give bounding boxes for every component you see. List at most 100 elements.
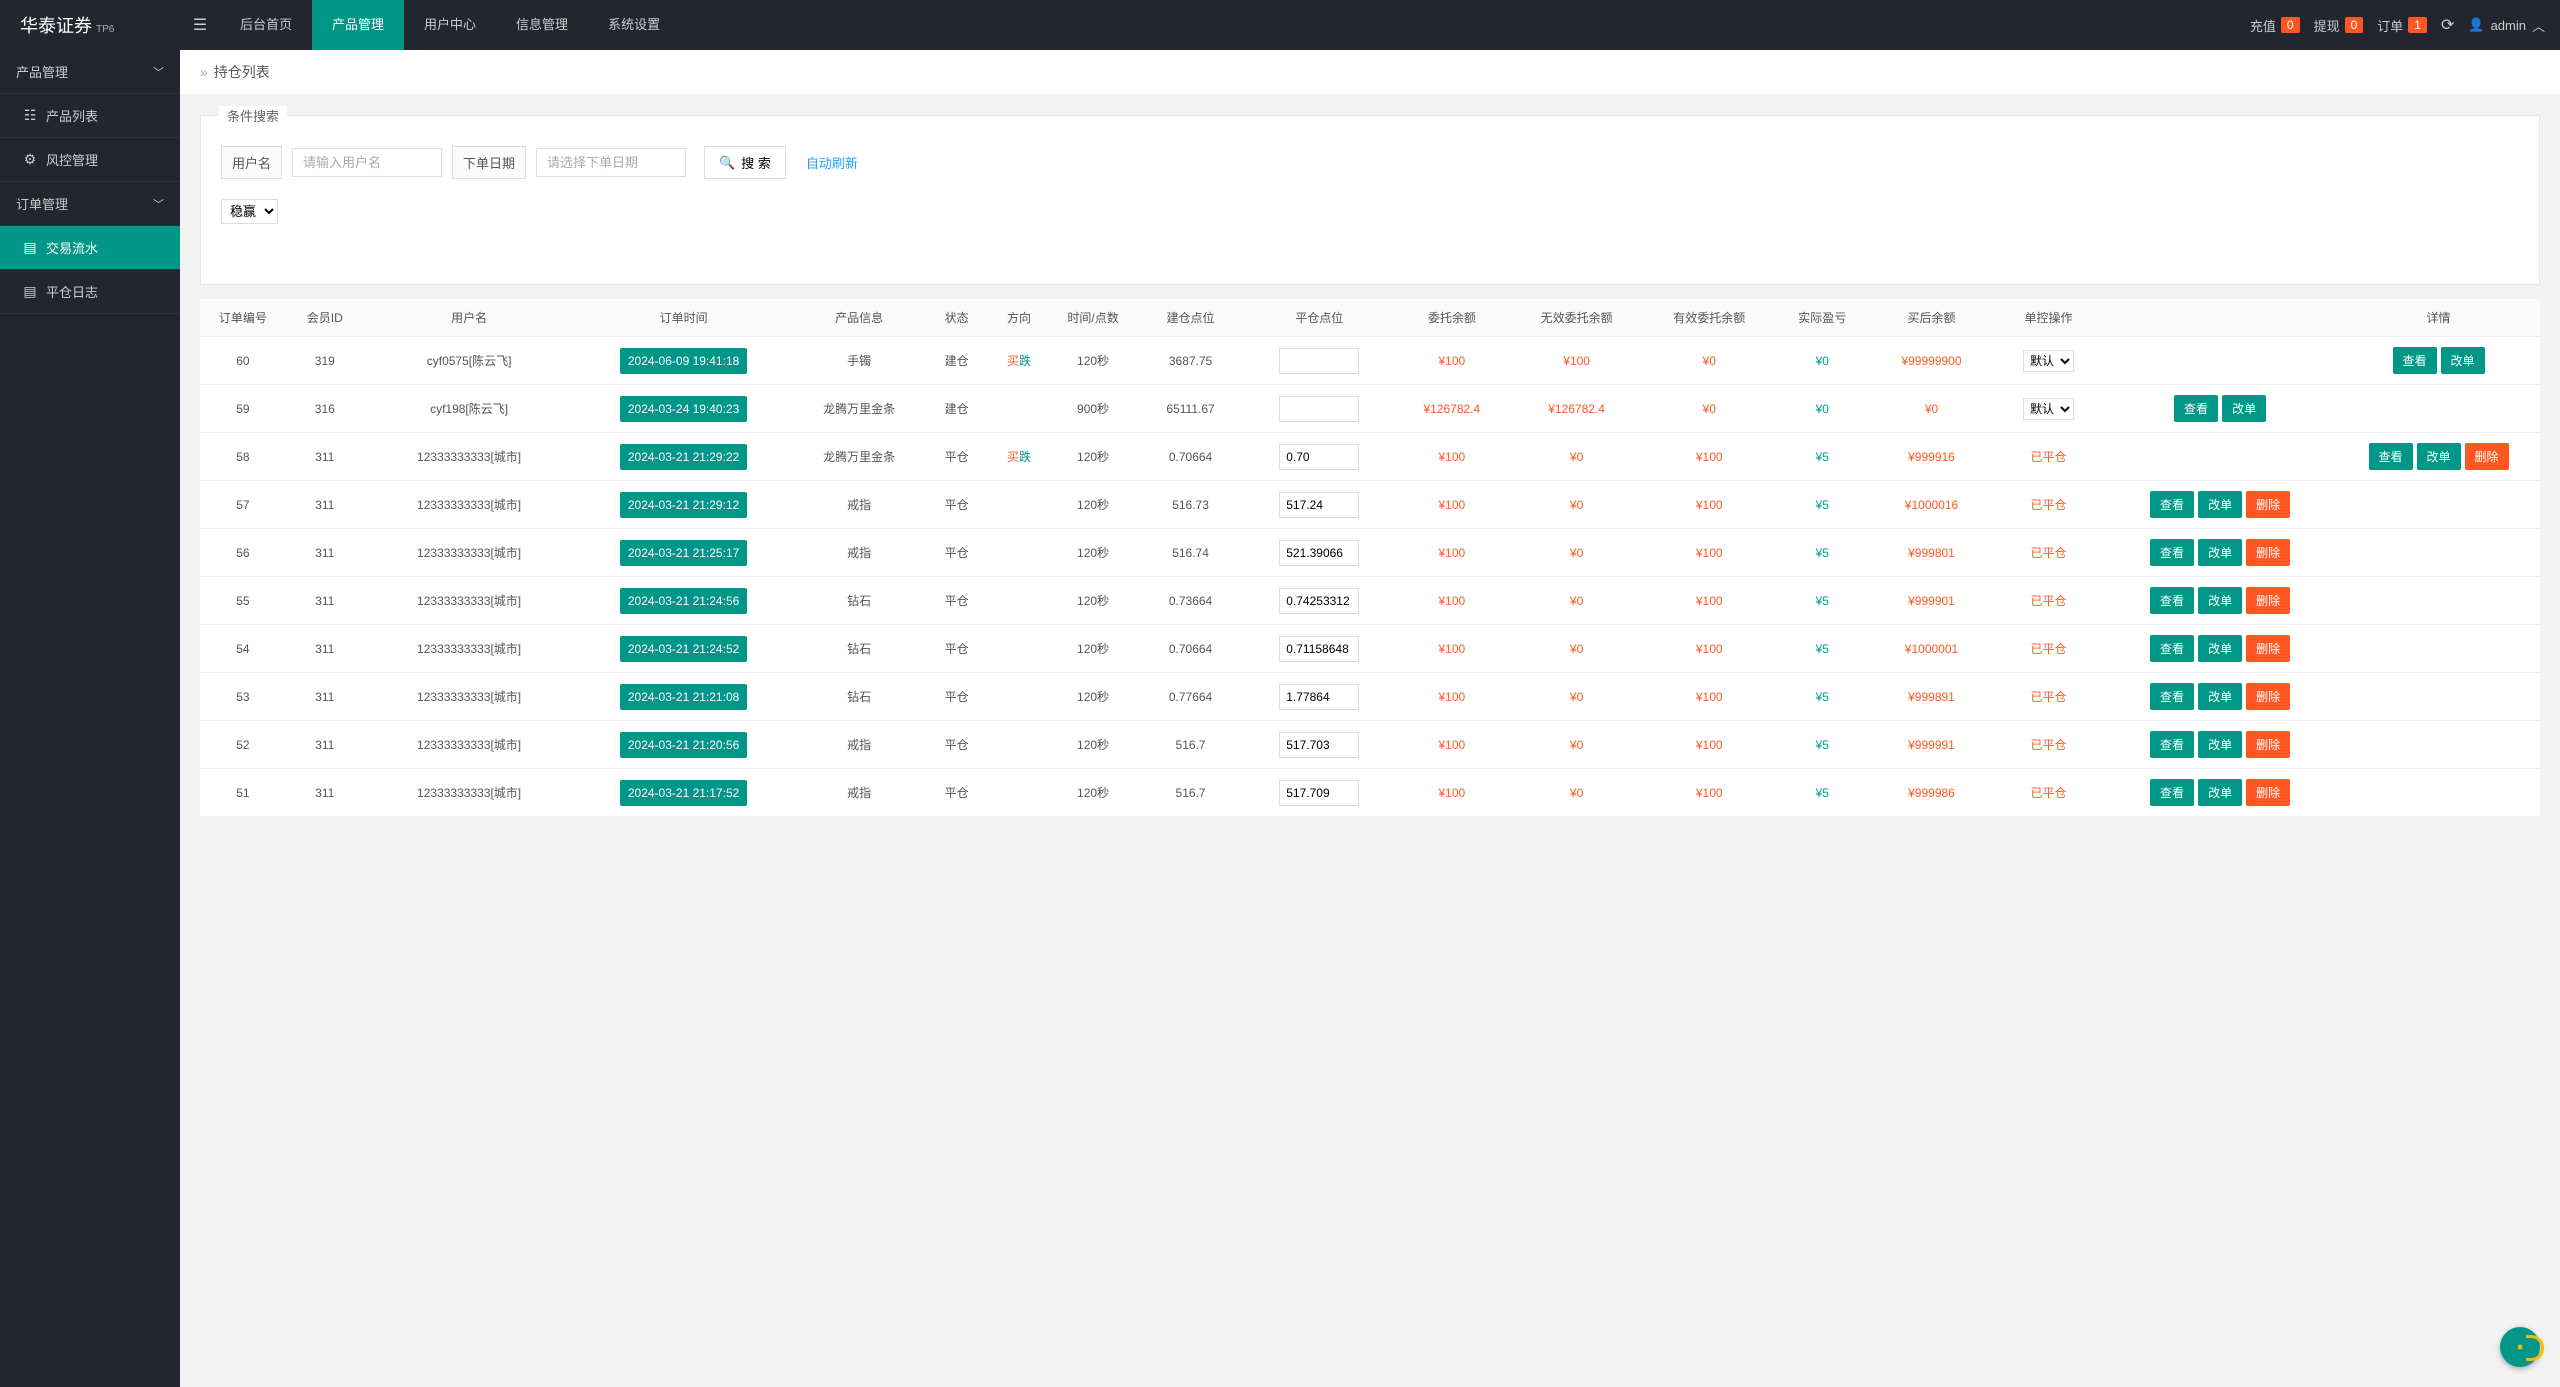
delete-button[interactable]: 删除 [2246, 491, 2290, 518]
breadcrumb: » 持仓列表 [180, 50, 2560, 95]
list-icon: ▤ [22, 283, 38, 300]
control-select[interactable]: 默认 [2023, 398, 2074, 420]
view-button[interactable]: 查看 [2150, 779, 2194, 806]
refresh-icon[interactable]: ⟳ [2441, 15, 2454, 35]
nav-item[interactable]: 用户中心 [404, 0, 496, 50]
table-header-cell: 用户名 [364, 299, 575, 337]
table-row: 5531112333333333[城市]2024-03-21 21:24:56钻… [200, 577, 2540, 625]
close-point-input[interactable] [1279, 780, 1359, 806]
date-input[interactable] [536, 148, 686, 177]
table-header-cell: 实际盈亏 [1776, 299, 1870, 337]
username-input[interactable] [292, 148, 442, 177]
table-header-cell: 方向 [988, 299, 1050, 337]
cell-product: 手镯 [793, 337, 926, 385]
edit-button[interactable]: 改单 [2198, 731, 2242, 758]
close-point-input[interactable] [1279, 348, 1359, 374]
cell-control: 已平仓 [1994, 529, 2103, 577]
cell-time-points: 120秒 [1050, 769, 1136, 817]
delete-button[interactable]: 删除 [2246, 731, 2290, 758]
cell-order-id: 59 [200, 385, 286, 433]
edit-button[interactable]: 改单 [2222, 395, 2266, 422]
menu-toggle-icon[interactable]: ☰ [180, 15, 220, 35]
edit-button[interactable]: 改单 [2198, 683, 2242, 710]
view-button[interactable]: 查看 [2393, 347, 2437, 374]
sidebar-group-order[interactable]: 订单管理 ﹀ [0, 182, 180, 226]
order-badge: 1 [2408, 17, 2427, 33]
edit-button[interactable]: 改单 [2198, 779, 2242, 806]
cell-detail: 查看改单 [2337, 337, 2540, 385]
nav-item[interactable]: 系统设置 [588, 0, 680, 50]
cell-control: 已平仓 [1994, 625, 2103, 673]
chevron-down-icon: ﹀ [153, 196, 164, 212]
delete-button[interactable]: 删除 [2246, 683, 2290, 710]
cell-real-pnl: ¥5 [1776, 577, 1870, 625]
delete-button[interactable]: 删除 [2246, 587, 2290, 614]
edit-button[interactable]: 改单 [2198, 587, 2242, 614]
auto-refresh-link[interactable]: 自动刷新 [806, 153, 858, 172]
cell-close-point [1245, 673, 1393, 721]
cell-real-pnl: ¥5 [1776, 529, 1870, 577]
edit-button[interactable]: 改单 [2198, 491, 2242, 518]
cell-control: 默认 [1994, 337, 2103, 385]
view-button[interactable]: 查看 [2369, 443, 2413, 470]
cell-valid-commission: ¥0 [1643, 337, 1776, 385]
table-row: 5631112333333333[城市]2024-03-21 21:25:17戒… [200, 529, 2540, 577]
cell-direction [988, 385, 1050, 433]
close-point-input[interactable] [1279, 540, 1359, 566]
edit-button[interactable]: 改单 [2198, 635, 2242, 662]
view-button[interactable]: 查看 [2174, 395, 2218, 422]
cell-username: cyf198[陈云飞] [364, 385, 575, 433]
sidebar-item-product-list[interactable]: ☷ 产品列表 [0, 94, 180, 138]
view-button[interactable]: 查看 [2150, 539, 2194, 566]
close-point-input[interactable] [1279, 636, 1359, 662]
time-badge: 2024-03-21 21:17:52 [620, 780, 747, 806]
close-point-input[interactable] [1279, 396, 1359, 422]
withdraw-link[interactable]: 提现 0 [2314, 16, 2364, 35]
fab-button[interactable]: • [2500, 1327, 2540, 1367]
search-icon: 🔍 [719, 155, 735, 171]
order-link[interactable]: 订单 1 [2377, 16, 2427, 35]
view-button[interactable]: 查看 [2150, 635, 2194, 662]
search-button[interactable]: 🔍 搜 索 [704, 146, 786, 179]
chevron-up-icon: ︿ [2532, 16, 2545, 35]
sidebar-item-close-log[interactable]: ▤ 平仓日志 [0, 270, 180, 314]
cell-valid-commission: ¥100 [1643, 433, 1776, 481]
cell-ops: 查看改单删除 [2103, 721, 2337, 769]
sidebar-item-trade-flow[interactable]: ▤ 交易流水 [0, 226, 180, 270]
edit-button[interactable]: 改单 [2441, 347, 2485, 374]
cell-member-id: 311 [286, 529, 364, 577]
sidebar-item-risk[interactable]: ⚙ 风控管理 [0, 138, 180, 182]
strategy-select[interactable]: 稳赢 [221, 199, 278, 224]
close-point-input[interactable] [1279, 684, 1359, 710]
close-point-input[interactable] [1279, 732, 1359, 758]
cell-time: 2024-03-21 21:24:56 [574, 577, 792, 625]
sidebar-group-product[interactable]: 产品管理 ﹀ [0, 50, 180, 94]
nav-item[interactable]: 后台首页 [220, 0, 312, 50]
view-button[interactable]: 查看 [2150, 491, 2194, 518]
control-select[interactable]: 默认 [2023, 350, 2074, 372]
nav-item[interactable]: 产品管理 [312, 0, 404, 50]
delete-button[interactable]: 删除 [2246, 539, 2290, 566]
table-header-cell: 会员ID [286, 299, 364, 337]
edit-button[interactable]: 改单 [2417, 443, 2461, 470]
nav-item[interactable]: 信息管理 [496, 0, 588, 50]
user-menu[interactable]: 👤 admin ︿ [2468, 16, 2545, 35]
delete-button[interactable]: 删除 [2246, 635, 2290, 662]
brand-sup: TP6 [96, 24, 114, 35]
view-button[interactable]: 查看 [2150, 587, 2194, 614]
close-point-input[interactable] [1279, 588, 1359, 614]
close-point-input[interactable] [1279, 492, 1359, 518]
sidebar-item-label: 交易流水 [46, 238, 98, 257]
delete-button[interactable]: 删除 [2465, 443, 2509, 470]
view-button[interactable]: 查看 [2150, 731, 2194, 758]
edit-button[interactable]: 改单 [2198, 539, 2242, 566]
recharge-link[interactable]: 充值 0 [2250, 16, 2300, 35]
view-button[interactable]: 查看 [2150, 683, 2194, 710]
cell-product: 钻石 [793, 673, 926, 721]
delete-button[interactable]: 删除 [2246, 779, 2290, 806]
table-row: 5831112333333333[城市]2024-03-21 21:29:22龙… [200, 433, 2540, 481]
cell-open-point: 0.70664 [1136, 433, 1245, 481]
close-point-input[interactable] [1279, 444, 1359, 470]
cell-product: 钻石 [793, 625, 926, 673]
cell-open-point: 516.7 [1136, 769, 1245, 817]
